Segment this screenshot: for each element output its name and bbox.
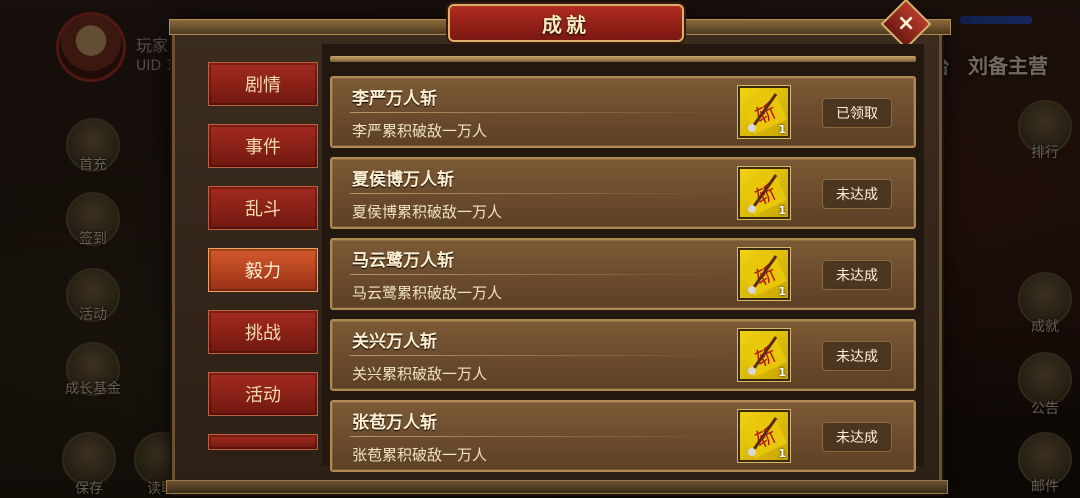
list-top-divider	[330, 56, 916, 62]
tab-brawl[interactable]: 乱斗	[208, 186, 318, 230]
achievement-name: 李严万人斩	[352, 89, 437, 109]
status-incomplete-button[interactable]: 未达成	[822, 422, 892, 452]
achievement-name: 马云鹭万人斩	[352, 251, 454, 271]
achievement-desc: 关兴累积破敌一万人	[352, 365, 488, 383]
status-incomplete-button[interactable]: 未达成	[822, 179, 892, 209]
achievement-row: 张苞万人斩 张苞累积破敌一万人 斩 1 未达成	[330, 400, 916, 472]
achievement-row: 马云鹭万人斩 马云鹭累积破敌一万人 斩 1 未达成	[330, 238, 916, 310]
zhan-token-icon[interactable]: 斩 1	[738, 248, 790, 300]
row-divider	[350, 112, 730, 113]
modal-bottom-border	[166, 480, 948, 494]
close-icon: ×	[896, 11, 916, 36]
status-incomplete-button[interactable]: 未达成	[822, 260, 892, 290]
row-divider	[350, 355, 730, 356]
achievement-row: 李严万人斩 李严累积破敌一万人 斩 1 已领取	[330, 76, 916, 148]
achievement-desc: 马云鹭累积破敌一万人	[352, 284, 503, 302]
achievement-desc: 张苞累积破敌一万人	[352, 446, 488, 464]
achievement-row: 关兴万人斩 关兴累积破敌一万人 斩 1 未达成	[330, 319, 916, 391]
reward-count: 1	[778, 123, 786, 136]
reward-count: 1	[778, 447, 786, 460]
zhan-token-icon[interactable]: 斩 1	[738, 86, 790, 138]
tab-story[interactable]: 剧情	[208, 62, 318, 106]
achievement-name: 关兴万人斩	[352, 332, 437, 352]
zhan-token-icon[interactable]: 斩 1	[738, 329, 790, 381]
achievement-desc: 李严累积破敌一万人	[352, 122, 488, 140]
reward-count: 1	[778, 285, 786, 298]
tab-activity[interactable]: 活动	[208, 372, 318, 416]
reward-count: 1	[778, 366, 786, 379]
row-divider	[350, 274, 730, 275]
achievement-desc: 夏侯博累积破敌一万人	[352, 203, 503, 221]
zhan-token-icon[interactable]: 斩 1	[738, 167, 790, 219]
achievement-name: 夏侯博万人斩	[352, 170, 454, 190]
achievement-name: 张苞万人斩	[352, 413, 437, 433]
tab-partial[interactable]	[208, 434, 318, 450]
status-incomplete-button[interactable]: 未达成	[822, 341, 892, 371]
tab-perseverance[interactable]: 毅力	[208, 248, 318, 292]
row-divider	[350, 436, 730, 437]
tab-event[interactable]: 事件	[208, 124, 318, 168]
row-divider	[350, 193, 730, 194]
modal-title: 成就	[448, 4, 684, 42]
reward-count: 1	[778, 204, 786, 217]
achievement-row: 夏侯博万人斩 夏侯博累积破敌一万人 斩 1 未达成	[330, 157, 916, 229]
status-claimed-button[interactable]: 已领取	[822, 98, 892, 128]
zhan-token-icon[interactable]: 斩 1	[738, 410, 790, 462]
tab-challenge[interactable]: 挑战	[208, 310, 318, 354]
